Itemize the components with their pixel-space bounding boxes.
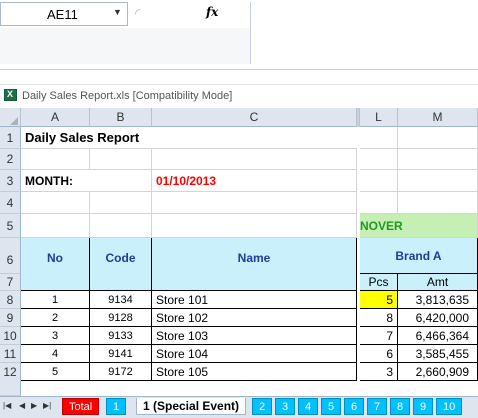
cell-c5[interactable] xyxy=(152,214,357,238)
cell-amt[interactable]: 3,585,455 xyxy=(398,345,478,363)
cell-amt[interactable]: 6,466,364 xyxy=(398,327,478,345)
formula-bar-background xyxy=(0,28,250,64)
cell-amt[interactable]: 2,660,909 xyxy=(398,363,478,381)
cell-l1[interactable] xyxy=(360,127,398,149)
cell-m1[interactable] xyxy=(398,127,478,149)
excel-icon xyxy=(4,89,17,101)
cell-c4[interactable] xyxy=(152,192,357,214)
row-header-11[interactable]: 11 xyxy=(0,345,21,363)
column-header-b[interactable]: B xyxy=(90,108,152,127)
select-all-button[interactable] xyxy=(0,108,21,127)
cell-b4[interactable] xyxy=(90,192,152,214)
cell-code[interactable]: 9128 xyxy=(90,309,152,327)
tab-7[interactable]: 7 xyxy=(367,398,388,415)
cell-amt[interactable]: 6,420,000 xyxy=(398,309,478,327)
header-name[interactable]: Name xyxy=(152,238,357,291)
cell-no[interactable]: 3 xyxy=(21,327,90,345)
cell-amt[interactable]: 3,813,635 xyxy=(398,291,478,309)
tab-1[interactable]: 1 xyxy=(106,398,127,415)
row-header-4[interactable]: 4 xyxy=(0,192,21,214)
chevron-down-icon[interactable]: ▼ xyxy=(113,7,122,17)
tab-6[interactable]: 6 xyxy=(344,398,365,415)
cell-name[interactable]: Store 104 xyxy=(152,345,357,363)
header-amt[interactable]: Amt xyxy=(398,274,478,291)
cell-pcs[interactable]: 3 xyxy=(360,363,398,381)
header-no[interactable]: No xyxy=(21,238,90,291)
turnover-header-cell[interactable]: NOVER xyxy=(360,214,478,238)
column-header-a[interactable]: A xyxy=(21,108,90,127)
formula-bar: AE11 ▼ ◜ fx xyxy=(0,0,478,70)
header-code[interactable]: Code xyxy=(90,238,152,291)
next-sheet-icon[interactable]: ▶ xyxy=(31,401,37,410)
cell-m4[interactable] xyxy=(398,192,478,214)
tab-5[interactable]: 5 xyxy=(321,398,342,415)
row-header-2[interactable]: 2 xyxy=(0,149,21,170)
header-pcs[interactable]: Pcs xyxy=(360,274,398,291)
cell-m2[interactable] xyxy=(398,149,478,170)
month-value-cell[interactable]: 01/10/2013 xyxy=(152,170,357,192)
cell-no[interactable]: 4 xyxy=(21,345,90,363)
tab-total[interactable]: Total xyxy=(62,398,100,415)
prev-sheet-icon[interactable]: ◀ xyxy=(19,401,25,410)
row-header-10[interactable]: 10 xyxy=(0,327,21,345)
header-brand[interactable]: Brand A xyxy=(360,238,478,274)
cell-a4[interactable] xyxy=(21,192,90,214)
cell-no[interactable]: 2 xyxy=(21,309,90,327)
cell-pcs[interactable]: 6 xyxy=(360,345,398,363)
tab-8[interactable]: 8 xyxy=(390,398,411,415)
cell-name[interactable]: Store 105 xyxy=(152,363,357,381)
row-header-1[interactable]: 1 xyxy=(0,127,21,149)
cell-pcs[interactable]: 8 xyxy=(360,309,398,327)
row-header-12[interactable]: 12 xyxy=(0,363,21,396)
formula-input[interactable] xyxy=(250,2,478,64)
cell-name[interactable]: Store 101 xyxy=(152,291,357,309)
row-header-3[interactable]: 3 xyxy=(0,170,21,192)
cell-m3[interactable] xyxy=(398,170,478,192)
report-title-cell[interactable]: Daily Sales Report xyxy=(21,127,357,149)
cell-l3[interactable] xyxy=(360,170,398,192)
row-header-9[interactable]: 9 xyxy=(0,309,21,327)
row-header-8[interactable]: 8 xyxy=(0,291,21,309)
cell-code[interactable]: 9133 xyxy=(90,327,152,345)
row-header-5[interactable]: 5 xyxy=(0,214,21,238)
cell-b5[interactable] xyxy=(90,214,152,238)
cell-pcs[interactable]: 5 xyxy=(360,291,398,309)
cell-code[interactable]: 9134 xyxy=(90,291,152,309)
cell-pcs[interactable]: 7 xyxy=(360,327,398,345)
cell-no[interactable]: 5 xyxy=(21,363,90,381)
row-header-7[interactable]: 7 xyxy=(0,274,21,291)
cell-l4[interactable] xyxy=(360,192,398,214)
tab-special-event[interactable]: 1 (Special Event) xyxy=(136,398,247,415)
last-sheet-icon[interactable]: ▶| xyxy=(43,401,51,410)
cell-a5[interactable] xyxy=(21,214,90,238)
cell-c2[interactable] xyxy=(152,149,357,170)
sheet-tab-bar: |◀ ◀ ▶ ▶| Total 1 1 (Special Event) 2 3 … xyxy=(0,396,478,418)
tab-3[interactable]: 3 xyxy=(275,398,296,415)
cell-code[interactable]: 9172 xyxy=(90,363,152,381)
workbook-title: Daily Sales Report.xls [Compatibility Mo… xyxy=(22,90,233,102)
row-header-6[interactable]: 6 xyxy=(0,238,21,274)
tab-9[interactable]: 9 xyxy=(413,398,434,415)
cell-no[interactable]: 1 xyxy=(21,291,90,309)
name-box-value: AE11 xyxy=(47,7,78,22)
column-header-row: A B C L M xyxy=(0,108,478,127)
workbook-titlebar: Daily Sales Report.xls [Compatibility Mo… xyxy=(0,84,478,106)
tab-4[interactable]: 4 xyxy=(298,398,319,415)
cell-l2[interactable] xyxy=(360,149,398,170)
column-header-l[interactable]: L xyxy=(360,108,398,127)
cell-a2[interactable] xyxy=(21,149,90,170)
insert-function-icon[interactable]: fx xyxy=(206,5,218,19)
cell-name[interactable]: Store 102 xyxy=(152,309,357,327)
resize-handle-icon[interactable]: ◜ xyxy=(135,6,141,20)
first-sheet-icon[interactable]: |◀ xyxy=(3,401,11,410)
month-label-cell[interactable]: MONTH: xyxy=(21,170,152,192)
column-header-m[interactable]: M xyxy=(398,108,478,127)
tab-10[interactable]: 10 xyxy=(436,398,463,415)
name-box[interactable]: AE11 ▼ xyxy=(0,2,128,26)
column-header-c[interactable]: C xyxy=(152,108,357,127)
tab-2[interactable]: 2 xyxy=(252,398,273,415)
cell-name[interactable]: Store 103 xyxy=(152,327,357,345)
cell-b2[interactable] xyxy=(90,149,152,170)
cell-code[interactable]: 9141 xyxy=(90,345,152,363)
